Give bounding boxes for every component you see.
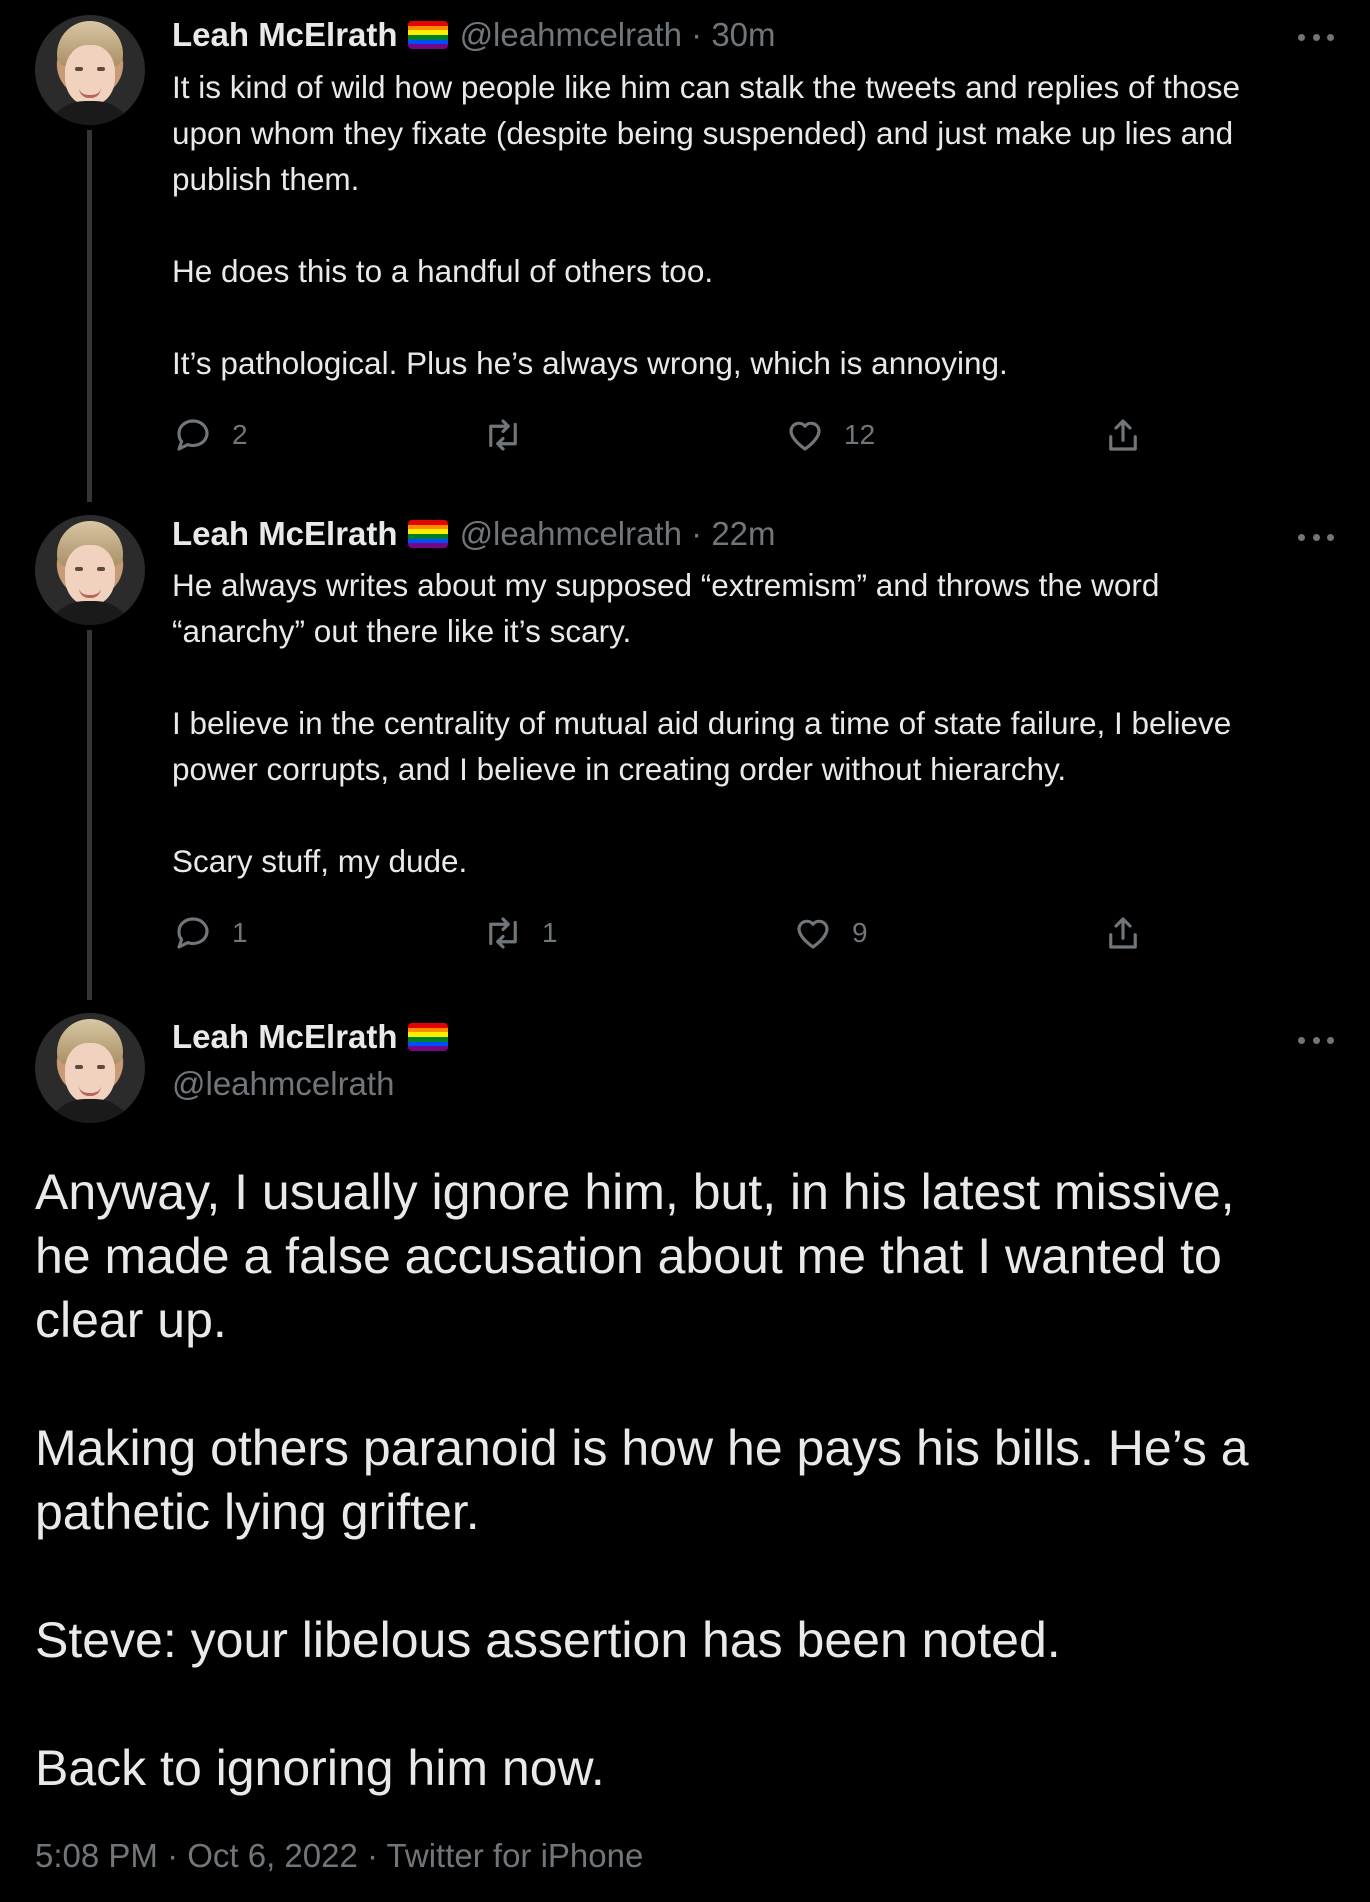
tweet[interactable]: Leah McElrath @leahmcelrath · 22m He alw…	[0, 500, 1370, 1000]
tweet[interactable]: Leah McElrath @leahmcelrath · 30m It is …	[0, 0, 1370, 500]
retweet-button[interactable]: 1	[482, 912, 558, 954]
retweet-icon	[489, 917, 517, 949]
reply-button[interactable]: 2	[172, 414, 248, 456]
rainbow-flag-icon	[407, 21, 448, 49]
more-icon[interactable]	[1298, 30, 1334, 44]
reply-count: 2	[232, 419, 248, 450]
tweet-text: He always writes about my supposed “extr…	[172, 567, 1232, 879]
reply-icon	[177, 917, 209, 949]
handle[interactable]: @leahmcelrath	[172, 1064, 394, 1104]
tweet-text: It is kind of wild how people like him c…	[172, 69, 1241, 381]
reply-count: 1	[232, 917, 248, 948]
tweet-text: Anyway, I usually ignore him, but, in hi…	[35, 1164, 1249, 1796]
timestamp[interactable]: · 22m	[682, 514, 775, 554]
tweet-actions: 1 1 9	[172, 912, 1172, 958]
reply-icon	[177, 419, 209, 451]
retweet-button[interactable]	[482, 414, 542, 456]
share-button[interactable]	[1102, 912, 1162, 954]
like-count: 9	[852, 917, 868, 948]
like-icon	[797, 919, 829, 949]
more-icon[interactable]	[1298, 530, 1334, 544]
timestamp[interactable]: · 30m	[682, 15, 775, 55]
rainbow-flag-icon	[407, 520, 448, 548]
display-name[interactable]: Leah McElrath	[172, 15, 398, 55]
handle[interactable]: @leahmcelrath	[460, 15, 682, 55]
like-icon	[789, 421, 821, 451]
tweet-metadata[interactable]: 5:08 PM · Oct 6, 2022 · Twitter for iPho…	[35, 1836, 643, 1876]
handle[interactable]: @leahmcelrath	[460, 514, 682, 554]
share-icon	[1109, 419, 1137, 451]
tweet-actions: 2 12	[172, 414, 1172, 460]
more-icon[interactable]	[1298, 1033, 1334, 1047]
share-button[interactable]	[1102, 414, 1162, 456]
like-button[interactable]: 9	[792, 912, 868, 954]
reply-button[interactable]: 1	[172, 912, 248, 954]
like-count: 12	[844, 419, 876, 450]
share-icon	[1109, 917, 1137, 949]
display-name[interactable]: Leah McElrath	[172, 1017, 398, 1057]
rainbow-flag-icon	[407, 1023, 448, 1051]
avatar[interactable]	[35, 1013, 145, 1123]
display-name[interactable]: Leah McElrath	[172, 514, 398, 554]
avatar[interactable]	[35, 515, 145, 625]
retweet-count: 1	[542, 917, 558, 948]
retweet-icon	[489, 419, 517, 451]
avatar[interactable]	[35, 15, 145, 125]
like-button[interactable]: 12	[784, 414, 875, 456]
